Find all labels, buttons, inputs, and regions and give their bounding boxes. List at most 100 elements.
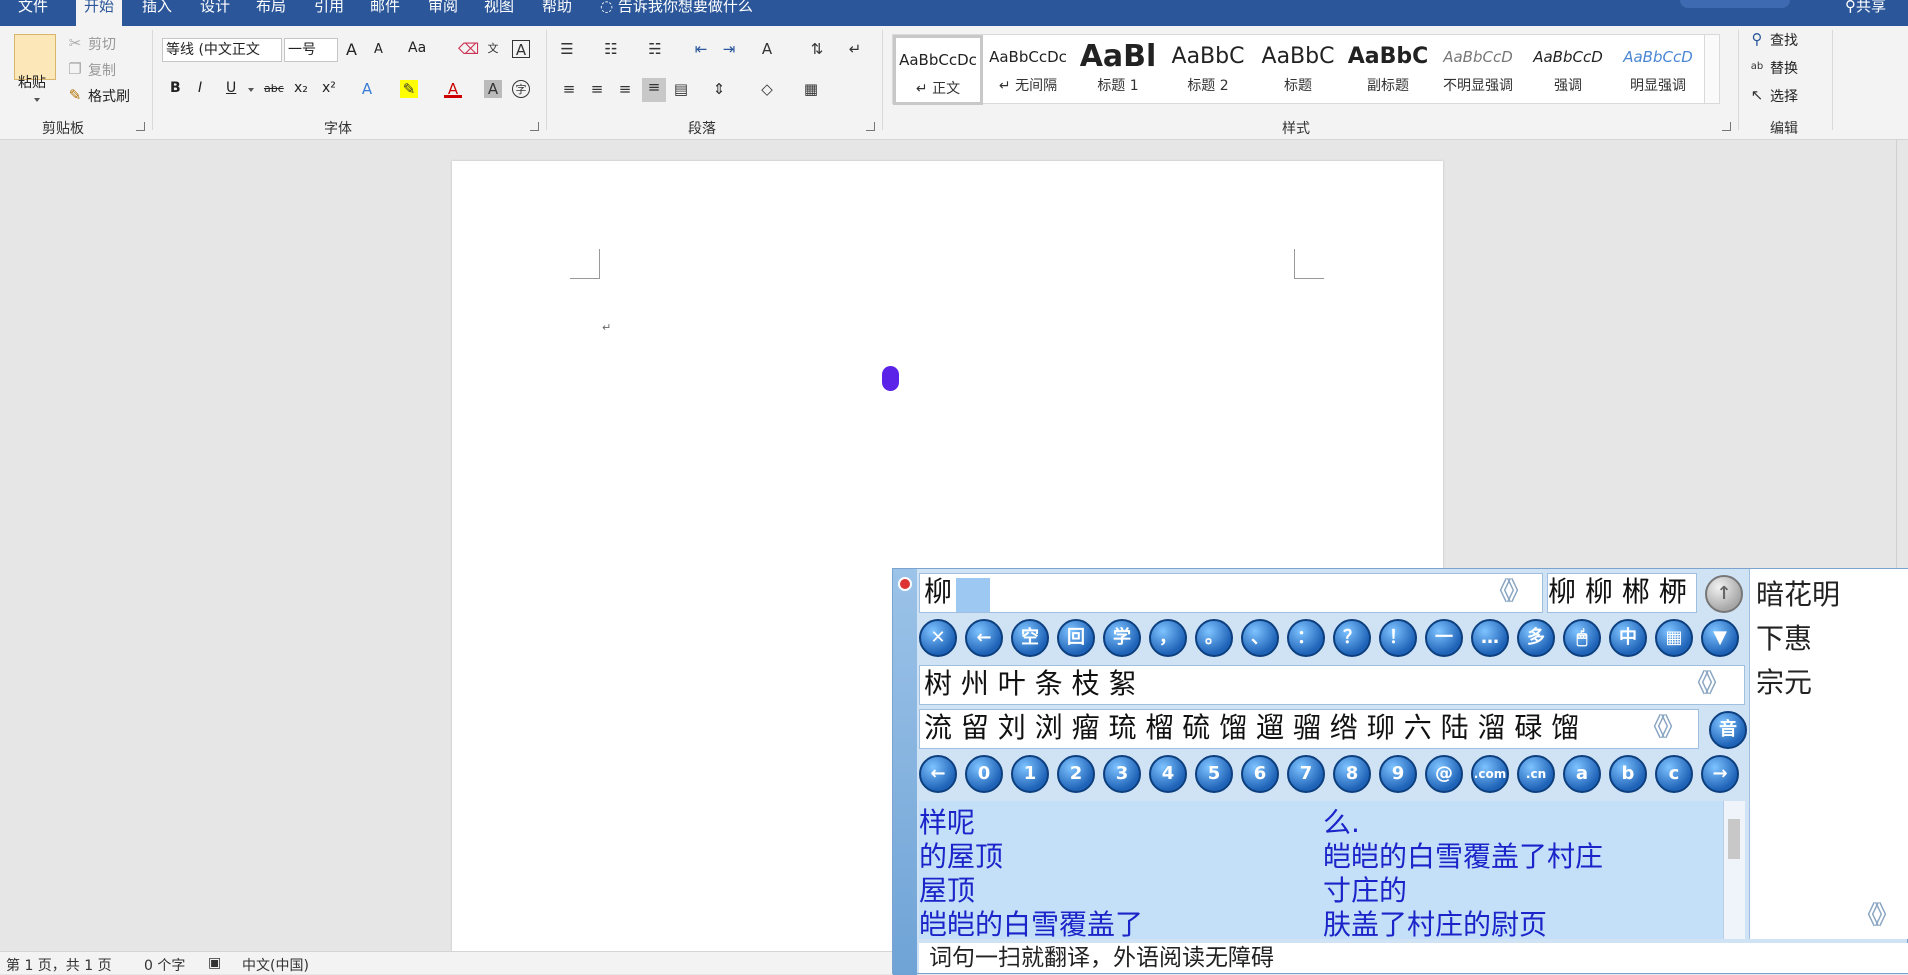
ime-symbol-button[interactable]: 多 xyxy=(1517,619,1555,657)
ime-number-button[interactable]: 6 xyxy=(1241,755,1279,793)
style-emphasis[interactable]: AaBbCcD 强调 xyxy=(1523,35,1613,105)
ime-symbol-button[interactable]: ▼ xyxy=(1701,619,1739,657)
tab-references[interactable]: 引用 xyxy=(306,0,352,26)
ime-number-button[interactable]: @ xyxy=(1425,755,1463,793)
ime-up-button[interactable]: ↑ xyxy=(1705,575,1743,613)
show-marks-icon[interactable]: ↵ xyxy=(846,40,864,58)
tab-layout[interactable]: 布局 xyxy=(248,0,294,26)
ime-number-button[interactable]: → xyxy=(1701,755,1739,793)
shrink-font-button[interactable]: A xyxy=(374,42,383,57)
shading-icon[interactable]: ◇ xyxy=(758,80,776,98)
ime-word-row[interactable]: 树 州 叶 条 枝 絮 《》 xyxy=(919,665,1745,705)
decrease-indent-icon[interactable]: ⇤ xyxy=(692,40,710,58)
ime-close-icon[interactable] xyxy=(898,577,912,591)
ime-phrase[interactable]: 皑皑的白雪覆盖了 xyxy=(919,903,1143,943)
ime-assoc-item[interactable]: 暗花明 xyxy=(1756,573,1840,613)
replace-button[interactable]: 替换 xyxy=(1770,58,1798,78)
ime-number-button[interactable]: 4 xyxy=(1149,755,1187,793)
underline-button[interactable]: U xyxy=(226,80,236,96)
font-name-combo[interactable]: 等线 (中文正文 xyxy=(162,38,282,62)
find-button[interactable]: 查找 xyxy=(1770,30,1798,50)
tab-insert[interactable]: 插入 xyxy=(134,0,180,26)
copy-button[interactable]: 复制 xyxy=(88,60,116,80)
ime-symbol-button[interactable]: … xyxy=(1471,619,1509,657)
style-no-spacing[interactable]: AaBbCcDc ↵ 无间隔 xyxy=(983,35,1073,105)
styles-scroll[interactable] xyxy=(1704,34,1720,104)
ime-symbol-button[interactable]: ， xyxy=(1149,619,1187,657)
ime-phrase[interactable]: 肤盖了村庄的尉页 xyxy=(1323,903,1547,943)
select-button[interactable]: 选择 xyxy=(1770,86,1798,106)
proofing-icon[interactable]: ▣ xyxy=(208,955,221,971)
char-shading-icon[interactable]: A xyxy=(484,80,502,98)
line-spacing-icon[interactable]: ⇕ xyxy=(710,80,728,98)
clipboard-launcher-icon[interactable] xyxy=(136,122,145,131)
ime-number-button[interactable]: 9 xyxy=(1379,755,1417,793)
ime-symbol-button[interactable]: 🖱 xyxy=(1563,619,1601,657)
ime-word-arrows[interactable]: 《》 xyxy=(1684,666,1730,702)
ime-number-button[interactable]: 5 xyxy=(1195,755,1233,793)
ime-phrase-scrollbar[interactable] xyxy=(1723,801,1745,939)
styles-launcher-icon[interactable] xyxy=(1722,122,1731,131)
paragraph-launcher-icon[interactable] xyxy=(866,122,875,131)
align-center-icon[interactable]: ≡ xyxy=(588,80,606,98)
share-button[interactable]: ⚲共享 xyxy=(1845,0,1886,14)
ime-number-button[interactable]: c xyxy=(1655,755,1693,793)
font-size-combo[interactable]: 一号 xyxy=(284,38,338,62)
language-indicator[interactable]: 中文(中国) xyxy=(242,955,309,975)
ime-symbol-button[interactable]: 中 xyxy=(1609,619,1647,657)
ime-number-button[interactable]: .com xyxy=(1471,755,1509,793)
ime-symbol-button[interactable]: ← xyxy=(965,619,1003,657)
style-normal[interactable]: AaBbCcDc ↵ 正文 xyxy=(893,35,983,105)
highlight-icon[interactable]: ✎ xyxy=(400,80,418,98)
ime-sound-button[interactable]: 音 xyxy=(1709,711,1747,749)
ime-symbol-button[interactable]: 、 xyxy=(1241,619,1279,657)
style-heading-2[interactable]: AaBbC 标题 2 xyxy=(1163,35,1253,105)
char-border-icon[interactable]: A xyxy=(512,40,530,59)
tab-design[interactable]: 设计 xyxy=(192,0,238,26)
align-right-icon[interactable]: ≡ xyxy=(616,80,634,98)
ime-number-button[interactable]: b xyxy=(1609,755,1647,793)
sort-icon[interactable]: ⇅ xyxy=(808,40,826,58)
tab-help[interactable]: 帮助 xyxy=(534,0,580,26)
ime-number-button[interactable]: a xyxy=(1563,755,1601,793)
ime-symbol-button[interactable]: ？ xyxy=(1333,619,1371,657)
change-case-button[interactable]: Aa xyxy=(408,40,426,56)
superscript-button[interactable]: x² xyxy=(322,80,336,96)
word-count[interactable]: 0 个字 xyxy=(144,955,185,975)
font-color-icon[interactable]: A xyxy=(444,80,462,98)
justify-icon[interactable]: ≡ xyxy=(642,78,666,102)
enclose-char-icon[interactable]: 字 xyxy=(512,80,530,98)
font-launcher-icon[interactable] xyxy=(530,122,539,131)
paste-button[interactable]: 粘贴 xyxy=(18,72,46,92)
numbering-icon[interactable]: ☷ xyxy=(602,40,620,58)
underline-dropdown-icon[interactable] xyxy=(248,88,254,92)
distributed-icon[interactable]: ▤ xyxy=(672,80,690,98)
ime-symbol-button[interactable]: 回 xyxy=(1057,619,1095,657)
bullets-icon[interactable]: ☰ xyxy=(558,40,576,58)
tab-view[interactable]: 视图 xyxy=(476,0,522,26)
ime-symbol-button[interactable]: 空 xyxy=(1011,619,1049,657)
ime-candidates-top[interactable]: 柳 柳 郴 桺 xyxy=(1547,573,1697,613)
style-heading-1[interactable]: AaBl 标题 1 xyxy=(1073,35,1163,105)
clear-format-icon[interactable]: ⌫ xyxy=(458,40,479,58)
style-title[interactable]: AaBbC 标题 xyxy=(1253,35,1343,105)
increase-indent-icon[interactable]: ⇥ xyxy=(720,40,738,58)
ime-symbol-button[interactable]: 。 xyxy=(1195,619,1233,657)
tab-file[interactable]: 文件 xyxy=(10,0,56,26)
ime-drag-rail[interactable] xyxy=(893,569,917,975)
subscript-button[interactable]: x₂ xyxy=(294,80,308,96)
ime-number-button[interactable]: ← xyxy=(919,755,957,793)
ime-number-button[interactable]: 3 xyxy=(1103,755,1141,793)
cut-button[interactable]: 剪切 xyxy=(88,34,116,54)
ime-number-button[interactable]: 8 xyxy=(1333,755,1371,793)
ime-symbol-button[interactable]: 学 xyxy=(1103,619,1141,657)
paste-dropdown-icon[interactable] xyxy=(34,98,40,102)
scroll-thumb[interactable] xyxy=(1728,819,1740,859)
bold-button[interactable]: B xyxy=(170,80,181,96)
format-painter-button[interactable]: 格式刷 xyxy=(88,86,130,106)
style-intense-emphasis[interactable]: AaBbCcD 明显强调 xyxy=(1613,35,1703,105)
tab-home[interactable]: 开始 xyxy=(76,0,123,26)
ime-homophone-arrows[interactable]: 《》 xyxy=(1640,710,1686,746)
phonetic-guide-icon[interactable]: 文 xyxy=(484,40,502,58)
ime-homophone-row[interactable]: 流 留 刘 浏 瘤 琉 榴 硫 馏 遛 骝 绺 珋 六 陆 溜 碌 馏 《》 xyxy=(919,709,1699,749)
